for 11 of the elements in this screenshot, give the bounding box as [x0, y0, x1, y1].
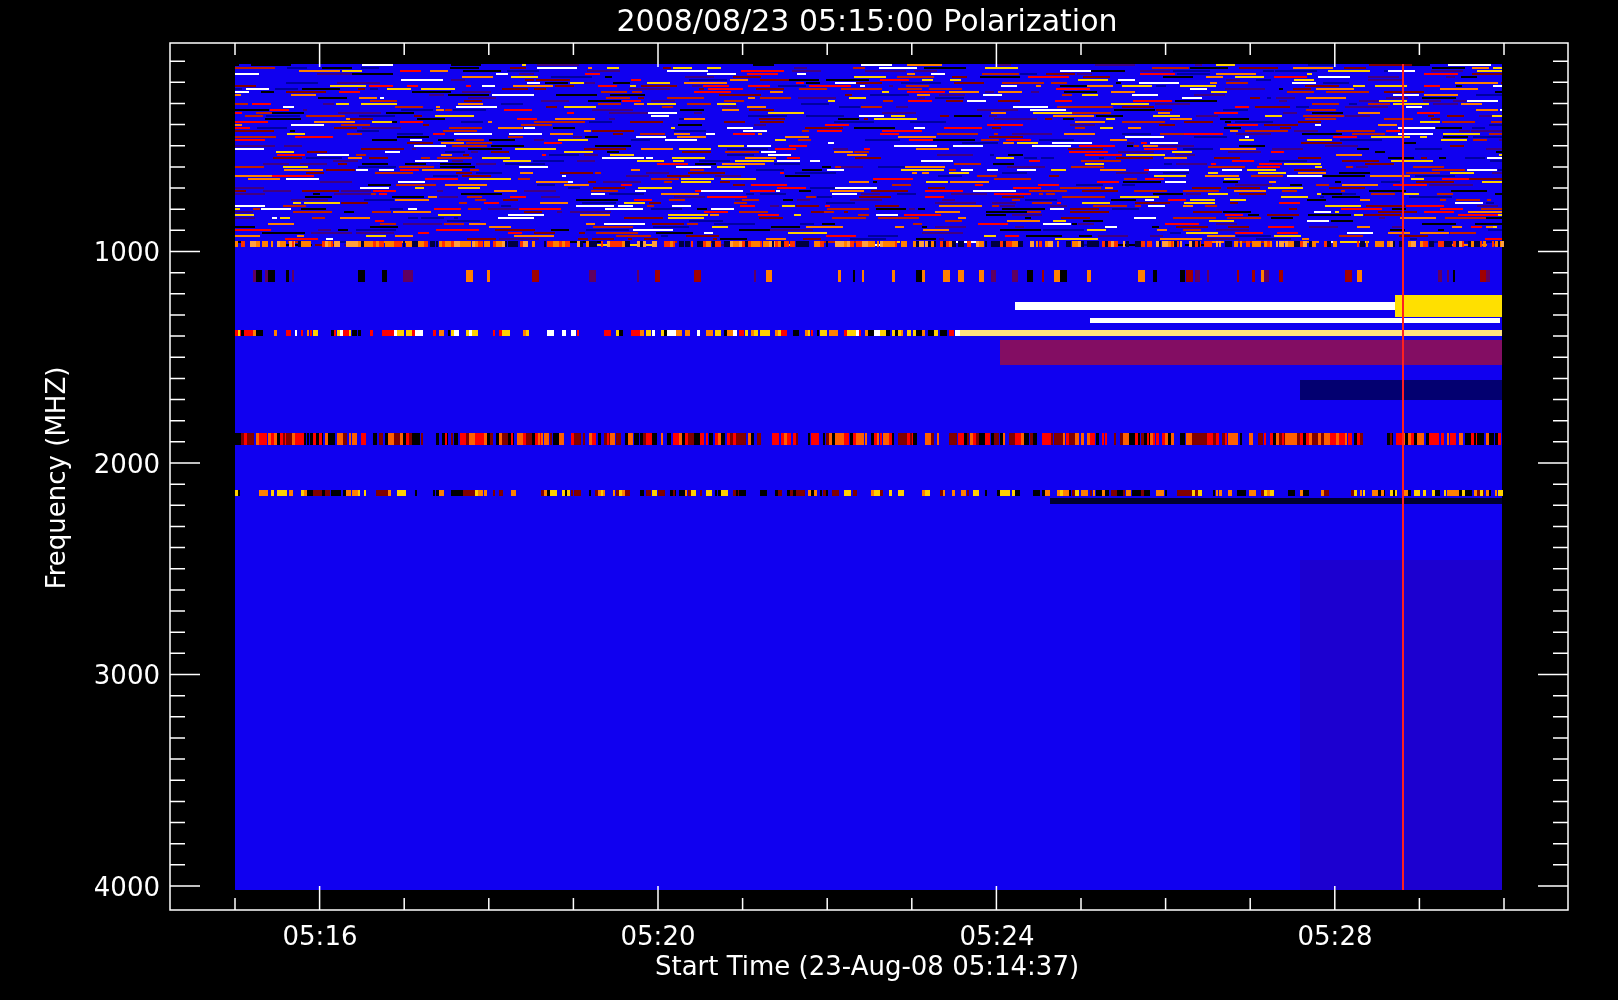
y-axis-title: Frequency (MHZ) [41, 366, 71, 590]
x-tick-label: 05:28 [1297, 921, 1373, 951]
y-tick-label: 1000 [93, 237, 160, 267]
y-tick-label: 3000 [93, 660, 160, 690]
x-tick-label: 05:16 [282, 921, 358, 951]
x-axis-title: Start Time (23-Aug-08 05:14:37) [654, 951, 1080, 981]
x-tick-label: 05:20 [620, 921, 696, 951]
y-tick-label: 2000 [93, 449, 160, 479]
x-tick-label: 05:24 [959, 921, 1035, 951]
plot-title: 2008/08/23 05:15:00 Polarization [616, 3, 1118, 38]
y-tick-label: 4000 [93, 872, 160, 902]
